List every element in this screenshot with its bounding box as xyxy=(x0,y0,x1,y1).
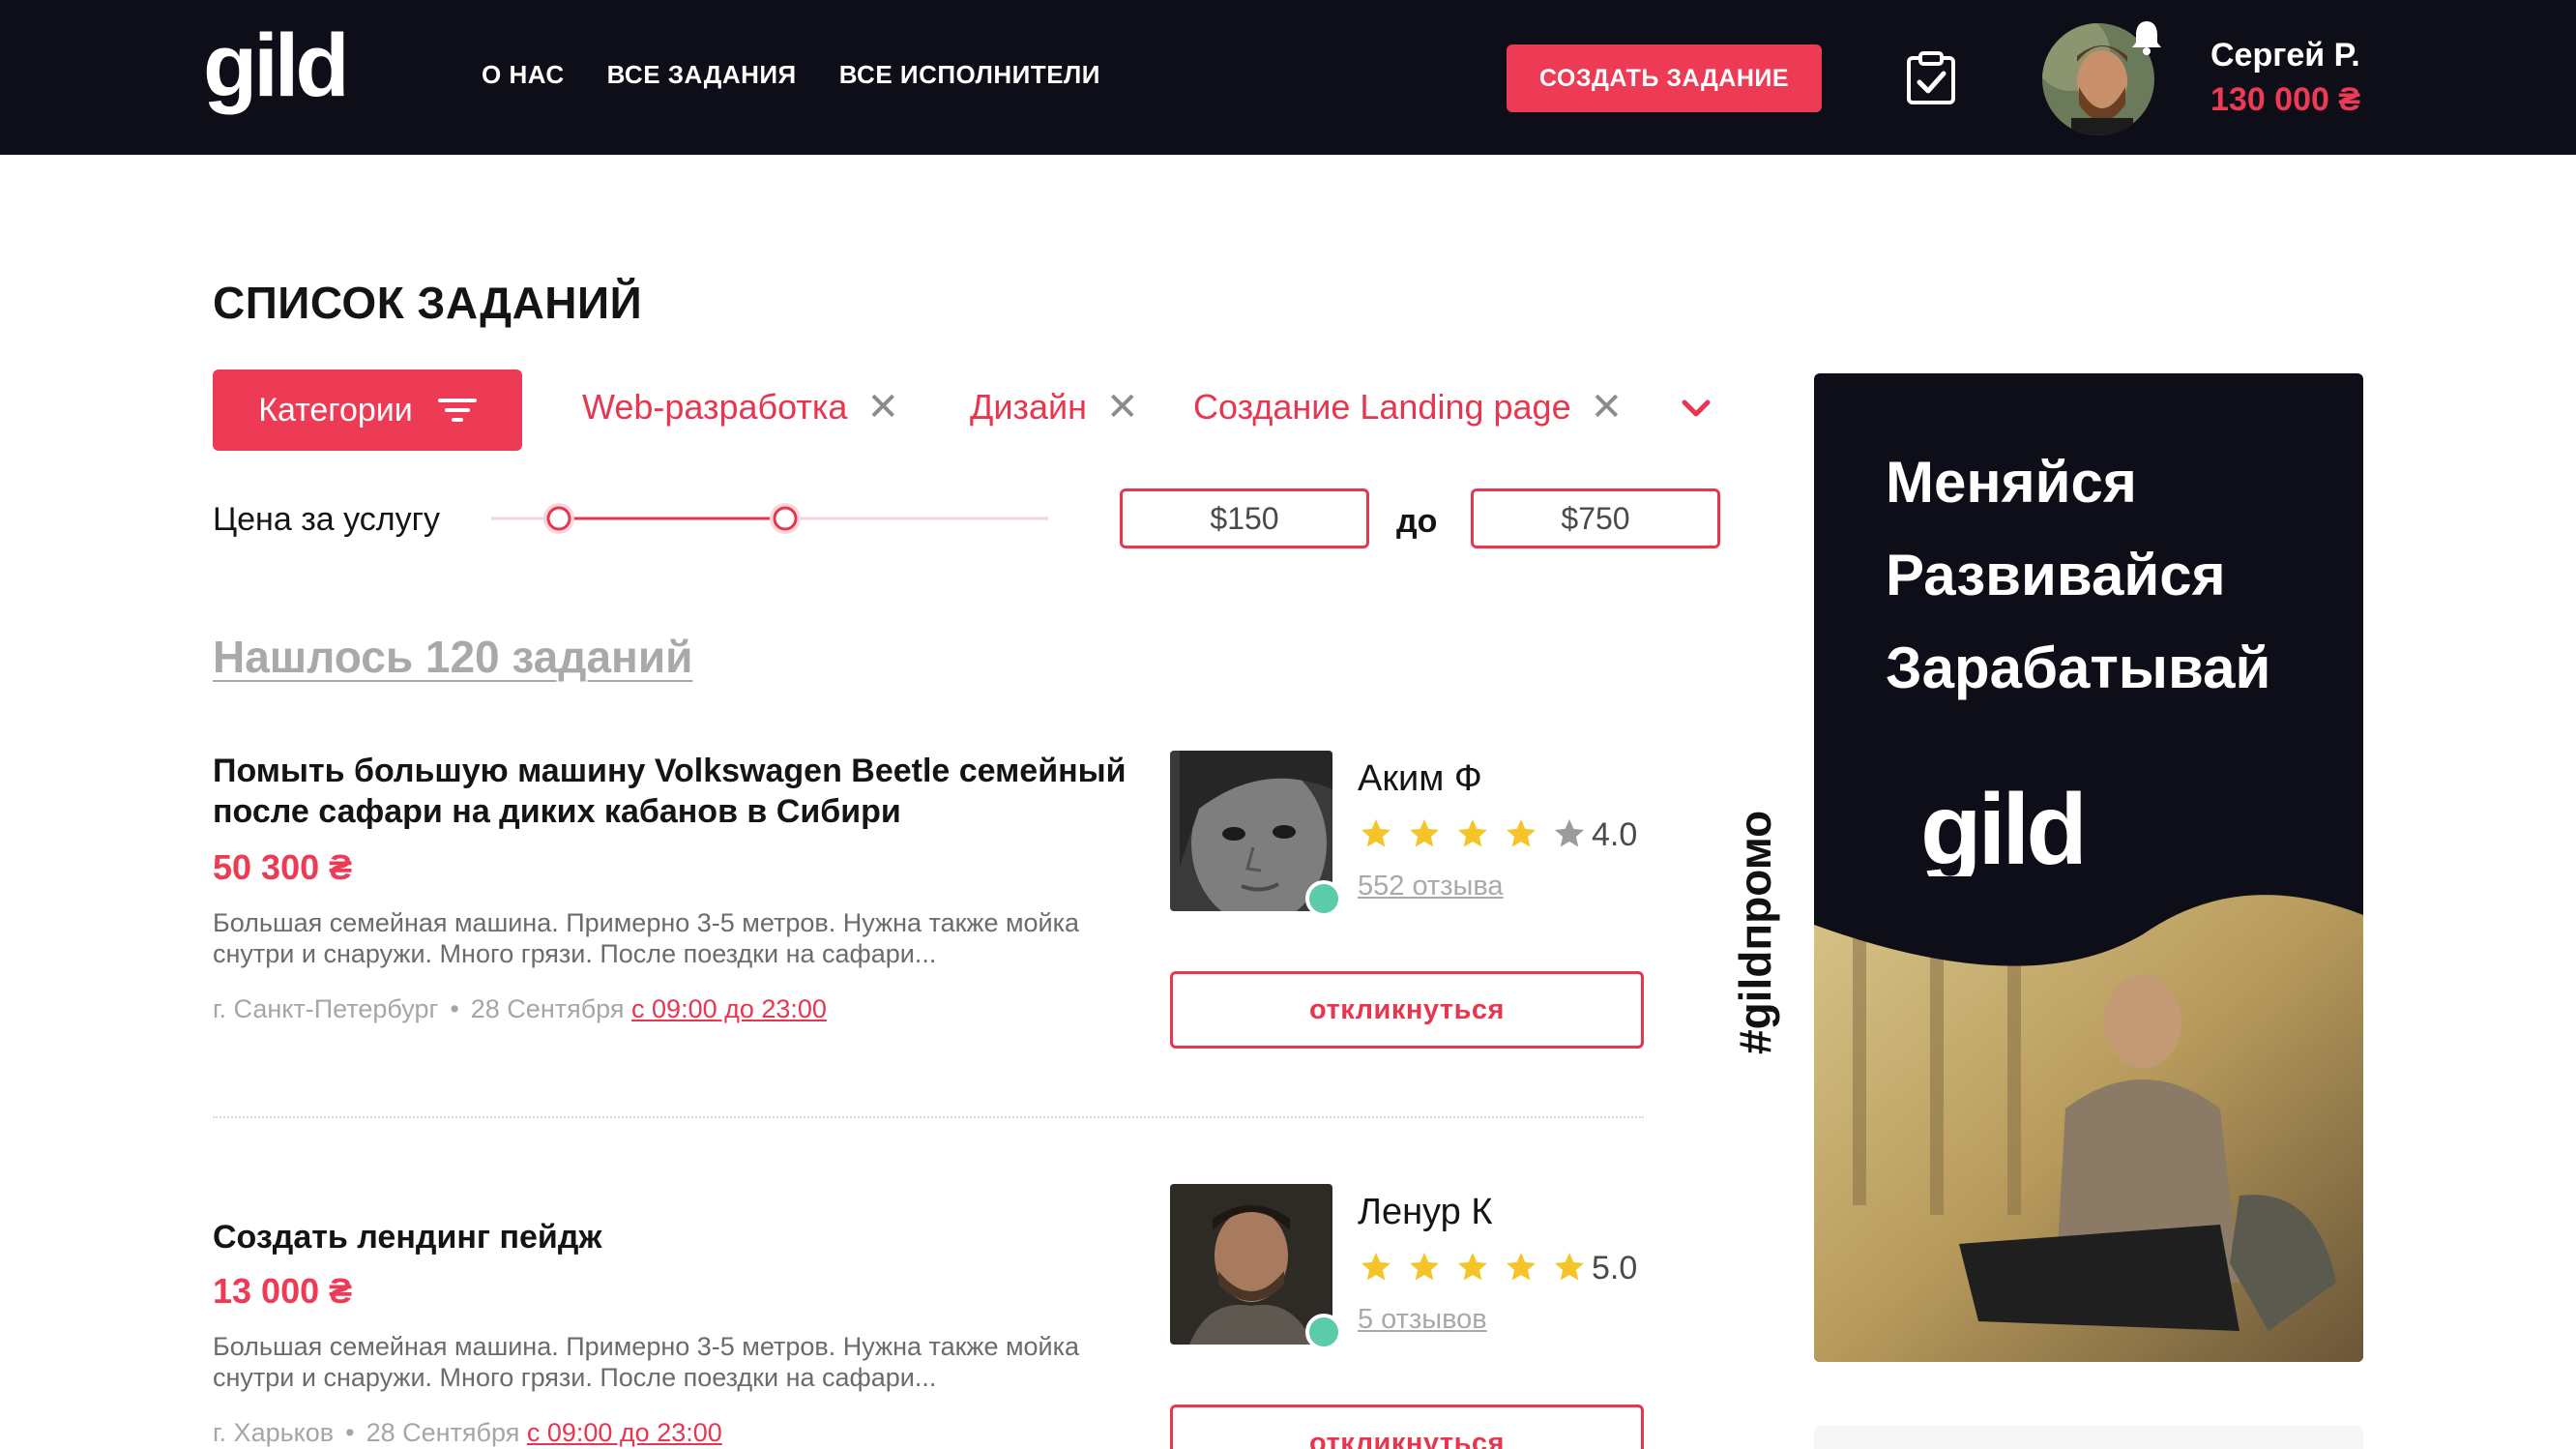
promo-photo xyxy=(1814,876,2363,1362)
divider xyxy=(213,1116,1644,1118)
star-icon xyxy=(1458,1253,1487,1281)
page-title: СПИСОК ЗАДАНИЙ xyxy=(213,278,643,328)
task-meta: г. Харьков • 28 Сентября с 09:00 до 23:00 xyxy=(213,1418,722,1447)
star-icon xyxy=(1555,1253,1584,1281)
star-icon xyxy=(1458,819,1487,847)
task-time[interactable]: с 09:00 до 23:00 xyxy=(631,994,827,1023)
task-price: 13 000 ₴ xyxy=(213,1271,353,1311)
task-title[interactable]: Создать лендинг пейдж xyxy=(213,1217,1141,1257)
nav-about[interactable]: О НАС xyxy=(482,60,565,90)
logo[interactable]: gild xyxy=(203,21,350,110)
task-time[interactable]: с 09:00 до 23:00 xyxy=(527,1418,722,1447)
respond-button[interactable]: откликнуться xyxy=(1170,971,1644,1049)
price-to-input[interactable] xyxy=(1471,488,1720,548)
star-icon xyxy=(1361,1253,1390,1281)
header: gild О НАС ВСЕ ЗАДАНИЯ ВСЕ ИСПОЛНИТЕЛИ С… xyxy=(0,0,2576,155)
task-date: 28 Сентября xyxy=(470,994,625,1023)
performer-name[interactable]: Аким Ф xyxy=(1358,758,1482,800)
rating-stars xyxy=(1358,1250,1588,1285)
task-title[interactable]: Помыть большую машину Volkswagen Beetle … xyxy=(213,751,1141,832)
promo-logo: gild xyxy=(1920,774,2088,886)
chip-label: Дизайн xyxy=(970,387,1088,427)
promo-line: Меняйся xyxy=(1886,450,2137,515)
filter-chip-design[interactable]: Дизайн ✕ xyxy=(970,387,1139,428)
filter-chip-web[interactable]: Web-разработка ✕ xyxy=(582,387,899,428)
task-city: г. Санкт-Петербург xyxy=(213,994,439,1023)
chip-label: Создание Landing page xyxy=(1193,387,1571,427)
performer-rating: 5.0 xyxy=(1592,1250,1638,1286)
task-card: Помыть большую машину Volkswagen Beetle … xyxy=(213,751,1644,1079)
categories-label: Категории xyxy=(258,391,413,429)
star-icon xyxy=(1555,819,1584,847)
promo-banner-next xyxy=(1814,1426,2363,1449)
task-date: 28 Сентября xyxy=(366,1418,520,1447)
star-icon xyxy=(1361,819,1390,847)
task-meta: г. Санкт-Петербург • 28 Сентября с 09:00 д… xyxy=(213,994,827,1023)
chip-label: Web-разработка xyxy=(582,387,848,427)
performer-reviews[interactable]: 5 отзывов xyxy=(1358,1304,1487,1336)
chevron-down-icon[interactable] xyxy=(1679,395,1713,422)
task-description: Большая семейная машина. Примерно 3-5 ме… xyxy=(213,1332,1080,1392)
task-price: 50 300 ₴ xyxy=(213,847,353,887)
task-card: Создать лендинг пейдж 13 000 ₴ Большая с… xyxy=(213,1184,1644,1449)
performer-name[interactable]: Ленур К xyxy=(1358,1192,1492,1233)
promo-line: Развивайся xyxy=(1886,543,2226,607)
clipboard-check-icon[interactable] xyxy=(1905,50,1957,106)
online-status-dot xyxy=(1305,1314,1342,1350)
filter-chip-landing[interactable]: Создание Landing page ✕ xyxy=(1193,387,1623,428)
close-icon[interactable]: ✕ xyxy=(866,388,899,427)
promo-hashtag: #gildпромо xyxy=(1730,810,1780,1054)
price-slider[interactable] xyxy=(491,499,1048,538)
online-status-dot xyxy=(1305,880,1342,917)
nav-all-performers[interactable]: ВСЕ ИСПОЛНИТЕЛИ xyxy=(839,60,1100,90)
star-icon xyxy=(1410,1253,1439,1281)
performer-rating: 4.0 xyxy=(1592,816,1638,853)
respond-button[interactable]: откликнуться xyxy=(1170,1405,1644,1449)
main-nav: О НАС ВСЕ ЗАДАНИЯ ВСЕ ИСПОЛНИТЕЛИ xyxy=(482,60,1100,90)
results-count[interactable]: Нашлось 120 заданий xyxy=(213,631,692,683)
price-separator: до xyxy=(1396,503,1438,540)
star-icon xyxy=(1507,819,1536,847)
rating-stars xyxy=(1358,816,1588,851)
star-icon xyxy=(1507,1253,1536,1281)
task-city: г. Харьков xyxy=(213,1418,335,1447)
filter-icon xyxy=(437,399,477,422)
price-from-input[interactable] xyxy=(1120,488,1369,548)
nav-all-tasks[interactable]: ВСЕ ЗАДАНИЯ xyxy=(607,60,797,90)
bell-icon[interactable] xyxy=(2127,17,2166,56)
promo-line: Зарабатывай xyxy=(1886,636,2271,700)
close-icon[interactable]: ✕ xyxy=(1106,388,1139,427)
create-task-button[interactable]: СОЗДАТЬ ЗАДАНИЕ xyxy=(1507,44,1822,112)
performer-reviews[interactable]: 552 отзыва xyxy=(1358,871,1504,902)
user-name[interactable]: Сергей Р. xyxy=(2210,37,2360,74)
price-label: Цена за услугу xyxy=(213,501,440,538)
promo-banner[interactable]: Меняйся Развивайся Зарабатывай gild xyxy=(1814,373,2363,1362)
user-avatar-wrap[interactable] xyxy=(2042,21,2161,135)
categories-button[interactable]: Категории xyxy=(213,370,522,451)
task-description: Большая семейная машина. Примерно 3-5 ме… xyxy=(213,908,1080,968)
close-icon[interactable]: ✕ xyxy=(1591,388,1624,427)
user-balance: 130 000 ₴ xyxy=(2210,81,2361,118)
star-icon xyxy=(1410,819,1439,847)
